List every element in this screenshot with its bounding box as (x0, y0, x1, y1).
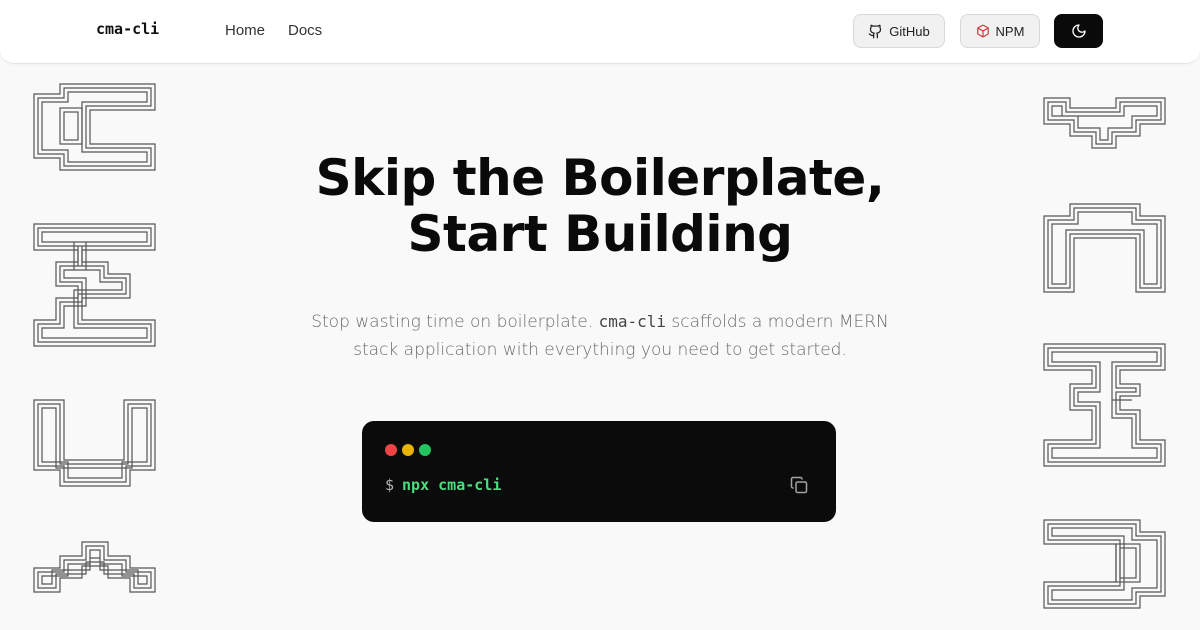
hero-subtitle-code: cma-cli (598, 312, 666, 331)
github-icon (868, 24, 883, 39)
hero-title-line-2: Start Building (407, 205, 793, 263)
theme-toggle-button[interactable] (1054, 14, 1103, 48)
package-icon (976, 24, 990, 38)
left-pixel-art-decoration (0, 0, 200, 630)
moon-icon (1071, 23, 1087, 39)
window-close-dot (385, 444, 397, 456)
brand-logo[interactable]: cma-cli (96, 20, 159, 38)
nav-link-home[interactable]: Home (225, 22, 265, 39)
github-button[interactable]: GitHub (853, 14, 945, 48)
github-button-label: GitHub (889, 23, 930, 39)
top-navbar: cma-cli Home Docs GitHub NPM (0, 0, 1200, 64)
hero-title-line-1: Skip the Boilerplate, (315, 149, 885, 207)
terminal-prompt: $ (385, 476, 395, 494)
terminal-command[interactable]: npx cma-cli (402, 476, 501, 494)
hero-subtitle: Stop wasting time on boilerplate. cma-cl… (290, 308, 910, 364)
window-maximize-dot (419, 444, 431, 456)
nav-link-docs[interactable]: Docs (288, 22, 322, 39)
npm-button-label: NPM (995, 23, 1025, 39)
right-pixel-art-decoration (1000, 0, 1200, 630)
copy-command-button[interactable] (790, 476, 810, 496)
copy-icon (790, 476, 808, 498)
window-minimize-dot (402, 444, 414, 456)
terminal-window: $ npx cma-cli (362, 421, 836, 522)
terminal-command-line: $ npx cma-cli (385, 476, 501, 494)
hero-title: Skip the Boilerplate, Start Building (200, 150, 1000, 262)
hero-subtitle-before: Stop wasting time on boilerplate. (311, 312, 594, 332)
npm-button[interactable]: NPM (960, 14, 1040, 48)
